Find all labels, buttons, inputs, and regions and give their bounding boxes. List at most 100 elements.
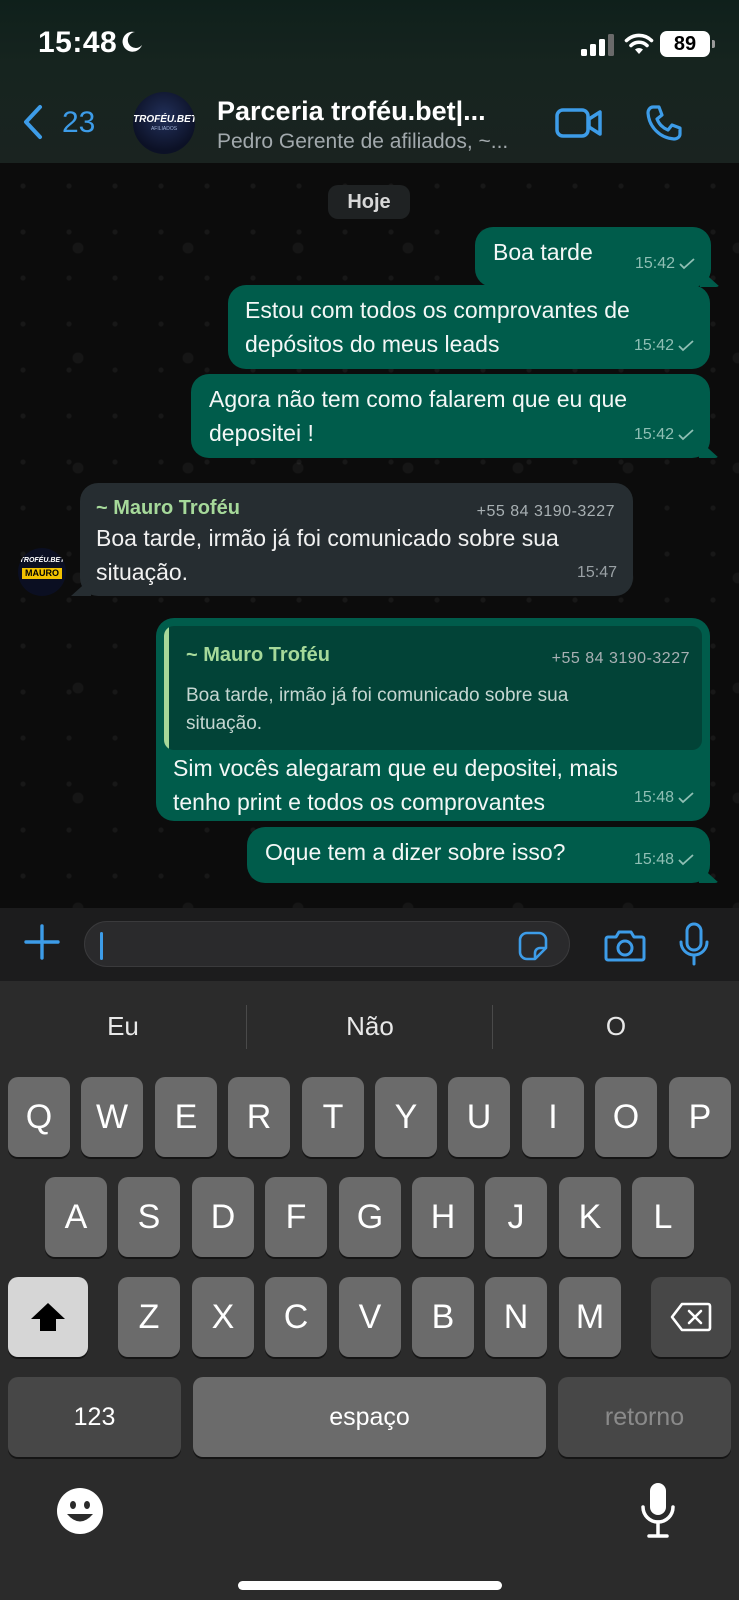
battery-indicator: 89 [660, 31, 715, 57]
key-v[interactable]: V [339, 1277, 401, 1357]
chat-header: 15:48 89 23 TROFÉU.BET AFILIADOS Parceri… [0, 0, 739, 163]
message-meta: 15:42 [634, 418, 694, 452]
key-s[interactable]: S [118, 1177, 180, 1257]
message-text: Estou com todos os comprovantes de [245, 297, 630, 323]
quoted-text-line: Boa tarde, irmão já foi comunicado sobre… [186, 685, 569, 706]
outgoing-reply-message[interactable]: ~ Mauro Troféu +55 84 3190-3227 Boa tard… [156, 618, 710, 821]
message-time: 15:42 [634, 255, 675, 272]
chat-title[interactable]: Parceria troféu.bet|... [217, 96, 486, 127]
outgoing-message[interactable]: Boa tarde 15:42 [475, 227, 711, 287]
message-time: 15:48 [633, 851, 674, 868]
outgoing-message[interactable]: Agora não tem como falarem que eu que de… [191, 374, 710, 458]
shift-icon [31, 1303, 65, 1331]
key-r[interactable]: R [228, 1077, 290, 1157]
sender-avatar[interactable]: TROFÉU.BET MAURO [18, 548, 66, 596]
home-indicator[interactable] [238, 1581, 502, 1590]
quoted-sender-name: ~ Mauro Troféu [186, 644, 330, 666]
message-time: 15:47 [576, 564, 617, 581]
return-key[interactable]: retorno [558, 1377, 731, 1457]
message-text: tenho print e todos os comprovantes [173, 789, 546, 815]
key-n[interactable]: N [485, 1277, 547, 1357]
backspace-key[interactable] [651, 1277, 731, 1357]
chevron-left-icon[interactable] [22, 104, 44, 140]
incoming-message[interactable]: ~ Mauro Troféu +55 84 3190-3227 Boa tard… [80, 483, 633, 596]
key-j[interactable]: J [485, 1177, 547, 1257]
check-icon [678, 340, 694, 352]
key-d[interactable]: D [192, 1177, 254, 1257]
key-f[interactable]: F [265, 1177, 327, 1257]
message-meta: 15:42 [634, 329, 694, 363]
key-k[interactable]: K [559, 1177, 621, 1257]
message-text: depositei ! [209, 420, 314, 446]
video-call-icon[interactable] [555, 106, 603, 140]
quoted-text-line: situação. [186, 713, 263, 734]
message-text: situação. [96, 559, 189, 585]
check-icon [678, 792, 694, 804]
key-u[interactable]: U [448, 1077, 510, 1157]
suggestion[interactable]: O [493, 981, 739, 1071]
key-p[interactable]: P [669, 1077, 731, 1157]
chat-participants[interactable]: Pedro Gerente de afiliados, ~... [217, 130, 508, 154]
key-a[interactable]: A [45, 1177, 107, 1257]
key-w[interactable]: W [81, 1077, 143, 1157]
key-c[interactable]: C [265, 1277, 327, 1357]
signal-icon [581, 34, 614, 56]
check-icon [678, 854, 694, 866]
message-input[interactable] [84, 921, 570, 967]
microphone-icon[interactable] [678, 922, 710, 966]
sender-name[interactable]: ~ Mauro Troféu [96, 491, 240, 525]
camera-icon[interactable] [604, 928, 646, 962]
key-e[interactable]: E [155, 1077, 217, 1157]
key-m[interactable]: M [559, 1277, 621, 1357]
emoji-icon[interactable] [56, 1487, 104, 1535]
numbers-key[interactable]: 123 [8, 1377, 181, 1457]
quote-bar [164, 626, 169, 750]
key-o[interactable]: O [595, 1077, 657, 1157]
group-avatar[interactable]: TROFÉU.BET AFILIADOS [133, 92, 195, 154]
avatar-brand-subtext: AFILIADOS [150, 126, 178, 132]
message-text: Sim vocês alegaram que eu depositei, mai… [173, 755, 618, 781]
plus-icon[interactable] [24, 924, 60, 960]
outgoing-message[interactable]: Estou com todos os comprovantes de depós… [228, 285, 710, 369]
quoted-message[interactable]: ~ Mauro Troféu +55 84 3190-3227 Boa tard… [164, 626, 702, 750]
message-meta: 15:48 [634, 781, 694, 815]
dictation-icon[interactable] [640, 1481, 676, 1541]
key-l[interactable]: L [632, 1177, 694, 1257]
key-y[interactable]: Y [375, 1077, 437, 1157]
message-time: 15:48 [633, 789, 674, 806]
key-q[interactable]: Q [8, 1077, 70, 1157]
chat-messages[interactable]: Hoje Boa tarde 15:42 Estou com todos os … [0, 163, 739, 908]
avatar-brand-text: TROFÉU.BET [133, 114, 195, 125]
shift-key[interactable] [8, 1277, 88, 1357]
suggestion[interactable]: Eu [0, 981, 246, 1071]
check-icon [679, 258, 695, 270]
message-meta: 15:48 [634, 843, 694, 877]
key-b[interactable]: B [412, 1277, 474, 1357]
avatar-brand-text: TROFÉU.BET [19, 557, 65, 564]
phone-call-icon[interactable] [645, 104, 683, 142]
key-z[interactable]: Z [118, 1277, 180, 1357]
text-caret [100, 932, 103, 960]
check-icon [678, 429, 694, 441]
message-time: 15:42 [633, 426, 674, 443]
message-text: Agora não tem como falarem que eu que [209, 386, 628, 412]
key-t[interactable]: T [302, 1077, 364, 1157]
message-meta: 15:47 [577, 556, 617, 590]
outgoing-message[interactable]: Oque tem a dizer sobre isso? 15:48 [247, 827, 710, 883]
message-text: Boa tarde [493, 239, 593, 265]
status-time: 15:48 [38, 26, 118, 59]
quoted-sender-phone: +55 84 3190-3227 [551, 650, 690, 667]
key-h[interactable]: H [412, 1177, 474, 1257]
key-x[interactable]: X [192, 1277, 254, 1357]
message-time: 15:42 [633, 337, 674, 354]
unread-chats-count[interactable]: 23 [62, 106, 95, 140]
key-g[interactable]: G [339, 1177, 401, 1257]
sticker-icon[interactable] [518, 931, 548, 961]
wifi-icon [624, 33, 654, 54]
message-composer [0, 908, 739, 981]
suggestion[interactable]: Não [247, 981, 493, 1071]
key-i[interactable]: I [522, 1077, 584, 1157]
message-text: Boa tarde, irmão já foi comunicado sobre… [96, 525, 559, 551]
backspace-icon [670, 1302, 712, 1332]
space-key[interactable]: espaço [193, 1377, 546, 1457]
